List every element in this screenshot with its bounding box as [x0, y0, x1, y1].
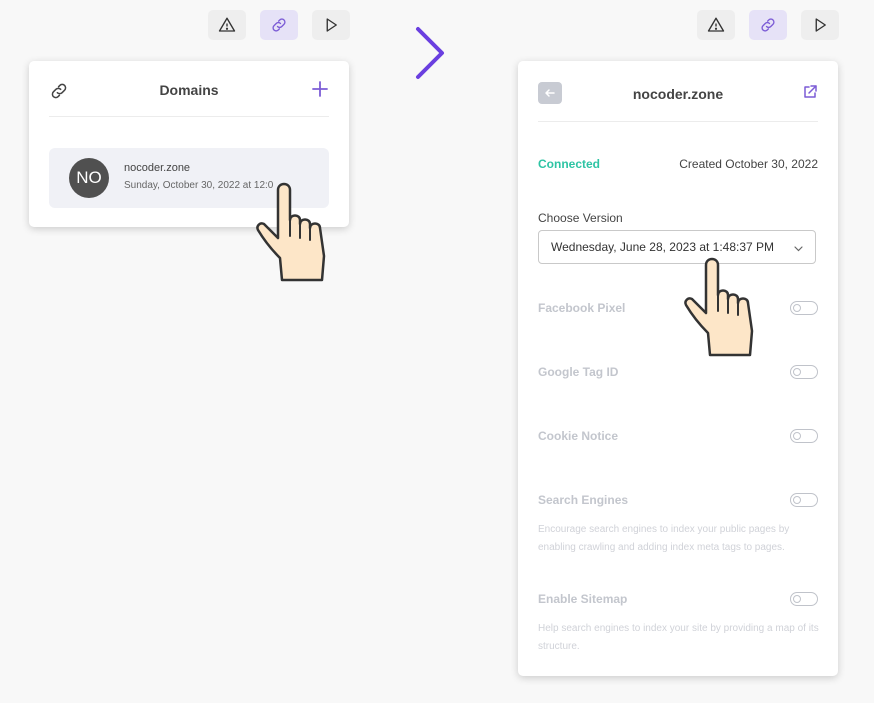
play-icon	[815, 18, 826, 32]
warning-icon	[218, 17, 236, 32]
right-toolbar	[697, 10, 839, 40]
link-button[interactable]	[749, 10, 787, 40]
chevron-down-icon	[794, 246, 803, 252]
toggle-knob	[793, 367, 801, 376]
warning-button[interactable]	[697, 10, 735, 40]
setting-label-search-engines: Search Engines	[538, 493, 629, 507]
facebook-pixel-toggle[interactable]	[790, 301, 818, 315]
domain-name: nocoder.zone	[124, 162, 191, 174]
divider	[538, 121, 818, 122]
choose-version-label: Choose Version	[538, 211, 623, 225]
toggle-knob	[793, 431, 801, 440]
add-domain-icon[interactable]	[311, 80, 329, 98]
hand-pointer-icon	[684, 257, 754, 357]
chevron-right-icon	[416, 27, 444, 79]
panel-title: Domains	[159, 82, 219, 98]
domain-settings-panel: nocoder.zone Connected Created October 3…	[518, 61, 838, 676]
avatar: NO	[69, 158, 109, 198]
warning-icon	[707, 17, 725, 32]
setting-label-enable-sitemap: Enable Sitemap	[538, 592, 628, 606]
setting-label-cookie-notice: Cookie Notice	[538, 429, 619, 443]
domains-header: Domains	[29, 61, 349, 117]
panel-title: nocoder.zone	[632, 86, 724, 102]
play-icon	[326, 18, 337, 32]
status-badge: Connected	[538, 157, 601, 171]
setting-label-google-tag-id: Google Tag ID	[538, 365, 619, 379]
hand-pointer-icon	[256, 182, 326, 282]
external-link-icon[interactable]	[802, 84, 818, 100]
google-tag-id-toggle[interactable]	[790, 365, 818, 379]
setting-label-facebook-pixel: Facebook Pixel	[538, 301, 626, 315]
domain-date: Sunday, October 30, 2022 at 12:0	[124, 180, 274, 191]
left-toolbar	[208, 10, 350, 40]
play-button[interactable]	[801, 10, 839, 40]
divider	[49, 116, 329, 117]
toggle-knob	[793, 594, 801, 603]
cookie-notice-toggle[interactable]	[790, 429, 818, 443]
link-icon	[761, 18, 775, 32]
link-button[interactable]	[260, 10, 298, 40]
search-engines-description: Encourage search engines to index your p…	[538, 524, 790, 553]
toggle-knob	[793, 495, 801, 504]
version-select[interactable]: Wednesday, June 28, 2023 at 1:48:37 PM	[538, 230, 816, 264]
warning-button[interactable]	[208, 10, 246, 40]
link-icon	[272, 18, 286, 32]
toggle-knob	[793, 303, 801, 312]
enable-sitemap-description: Help search engines to index your site b…	[538, 623, 819, 652]
created-date: Created October 30, 2022	[679, 157, 818, 171]
enable-sitemap-toggle[interactable]	[790, 592, 818, 606]
search-engines-toggle[interactable]	[790, 493, 818, 507]
play-button[interactable]	[312, 10, 350, 40]
